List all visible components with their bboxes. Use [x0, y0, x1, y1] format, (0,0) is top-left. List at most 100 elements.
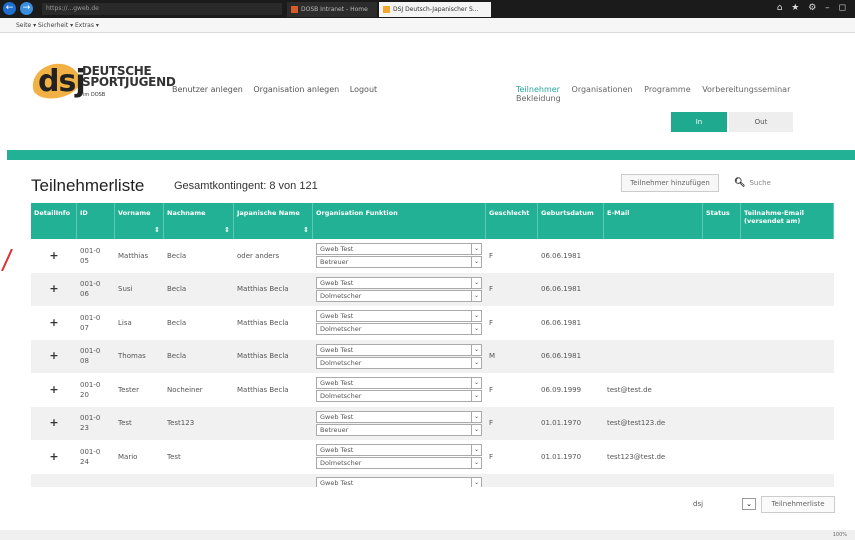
- chevron-down-icon[interactable]: ⌄: [471, 257, 481, 268]
- expand-icon[interactable]: +: [31, 239, 77, 273]
- cell-vorname: Test: [118, 419, 132, 428]
- col-header-label: Japanische Name: [237, 209, 300, 217]
- cell-geburtsdatum: 06.06.1981: [541, 285, 582, 294]
- col-header-japanische-name[interactable]: Japanische Name ⇕: [234, 203, 313, 239]
- funktion-select[interactable]: Betreuer ⌄: [316, 256, 482, 269]
- in-button[interactable]: In: [671, 112, 727, 132]
- org-select-value[interactable]: dsj: [693, 500, 703, 508]
- funktion-select[interactable]: Dolmetscher ⌄: [316, 289, 482, 302]
- expand-icon[interactable]: +: [31, 373, 77, 407]
- cell-geburtsdatum: [538, 474, 604, 488]
- chevron-down-icon[interactable]: ⌄: [742, 498, 756, 510]
- organisation-select[interactable]: Gweb Test ⌄: [316, 444, 482, 457]
- link-organisation-anlegen[interactable]: Organisation anlegen: [253, 85, 339, 94]
- cell-geschlecht: M: [489, 352, 496, 361]
- col-header-nachname[interactable]: Nachname ⇕: [164, 203, 234, 239]
- cell-geburtsdatum: 06.06.1981: [541, 251, 582, 260]
- chevron-down-icon[interactable]: ⌄: [471, 277, 481, 288]
- expand-icon[interactable]: +: [31, 340, 77, 374]
- forward-icon[interactable]: →: [20, 2, 33, 15]
- cell-vorname: Thomas: [118, 352, 146, 361]
- cell-id: 001-008: [80, 347, 101, 366]
- funktion-select[interactable]: Dolmetscher ⌄: [316, 356, 482, 369]
- participant-table: DetailInfo ID Vorname ⇕ Nachname ⇕ Japanische …: [31, 203, 834, 487]
- funktion-select[interactable]: Betreuer ⌄: [316, 423, 482, 436]
- cell-email: test@test123.de: [607, 419, 666, 428]
- cell-email: [604, 340, 703, 374]
- browser-tab-2[interactable]: DSJ Deutsch-Japanischer S...: [379, 2, 491, 17]
- chevron-down-icon[interactable]: ⌄: [471, 244, 481, 255]
- cell-detailinfo: [31, 474, 77, 488]
- chevron-down-icon[interactable]: ⌄: [471, 324, 481, 335]
- cell-teilnahme-email: [741, 306, 834, 340]
- cell-status: [703, 440, 741, 474]
- cell-status: [703, 407, 741, 441]
- expand-icon[interactable]: +: [31, 273, 77, 307]
- organisation-select[interactable]: Gweb Test ⌄: [316, 476, 482, 487]
- cell-vorname: Tester: [118, 385, 139, 394]
- chevron-down-icon[interactable]: ⌄: [471, 458, 481, 469]
- table-row: +001-020 Tester Nocheiner Matthias Becla Gwe…: [31, 373, 834, 407]
- organisation-value: Gweb Test: [320, 446, 354, 455]
- back-icon[interactable]: ←: [3, 2, 16, 15]
- chevron-down-icon[interactable]: ⌄: [471, 344, 481, 355]
- col-header-label: Geschlecht: [489, 209, 530, 217]
- logo-brand: dsj: [38, 64, 86, 99]
- expand-icon[interactable]: +: [31, 440, 77, 474]
- organisation-select[interactable]: Gweb Test ⌄: [316, 410, 482, 423]
- chevron-down-icon[interactable]: ⌄: [471, 311, 481, 322]
- chevron-down-icon[interactable]: ⌄: [471, 391, 481, 402]
- funktion-select[interactable]: Dolmetscher ⌄: [316, 457, 482, 470]
- cell-geburtsdatum: 06.06.1981: [541, 318, 582, 327]
- chevron-down-icon[interactable]: ⌄: [471, 290, 481, 301]
- chevron-down-icon[interactable]: ⌄: [471, 378, 481, 389]
- cell-japanische-name: Matthias Becla: [237, 352, 289, 361]
- cell-teilnahme-email: [741, 273, 834, 307]
- chevron-down-icon[interactable]: ⌄: [471, 477, 481, 487]
- funktion-select[interactable]: Dolmetscher ⌄: [316, 390, 482, 403]
- col-header-email: E-Mail: [604, 203, 703, 239]
- cell-email: [604, 306, 703, 340]
- nav-bekleidung[interactable]: Bekleidung: [516, 94, 561, 103]
- col-header-label: Geburtsdatum: [541, 209, 594, 217]
- link-benutzer-anlegen[interactable]: Benutzer anlegen: [172, 85, 243, 94]
- chevron-down-icon[interactable]: ⌄: [471, 411, 481, 422]
- sort-icon[interactable]: ⇕: [154, 226, 160, 234]
- col-header-vorname[interactable]: Vorname ⇕: [115, 203, 164, 239]
- dsj-logo[interactable]: dsj DEUTSCHE SPORTJUGEND im DOSB: [28, 59, 176, 103]
- organisation-select[interactable]: Gweb Test ⌄: [316, 276, 482, 289]
- funktion-value: Dolmetscher: [320, 325, 362, 334]
- organisation-select[interactable]: Gweb Test ⌄: [316, 310, 482, 323]
- sort-icon[interactable]: ⇕: [303, 226, 309, 234]
- browser-tab-1[interactable]: DOSB Intranet - Home: [287, 2, 377, 17]
- nav-teilnehmer[interactable]: Teilnehmer: [516, 85, 560, 94]
- nav-organisationen[interactable]: Organisationen: [572, 85, 633, 94]
- cell-organisation-funktion: Gweb Test ⌄ Dolmetscher ⌄: [313, 340, 486, 374]
- search-field[interactable]: 🔍︎ Suche: [734, 174, 844, 192]
- expand-icon[interactable]: +: [31, 306, 77, 340]
- organisation-select[interactable]: Gweb Test ⌄: [316, 243, 482, 256]
- organisation-value: Gweb Test: [320, 278, 354, 287]
- nav-vorbereitungsseminar[interactable]: Vorbereitungsseminar: [702, 85, 790, 94]
- favbar-items[interactable]: Seite ▾ Sicherheit ▾ Extras ▾: [16, 22, 99, 29]
- funktion-select[interactable]: Dolmetscher ⌄: [316, 323, 482, 336]
- out-button[interactable]: Out: [729, 112, 793, 132]
- teilnehmerliste-button[interactable]: Teilnehmerliste: [761, 496, 835, 513]
- chevron-down-icon[interactable]: ⌄: [471, 424, 481, 435]
- cell-japanische-name: Matthias Becla: [237, 385, 289, 394]
- cell-geschlecht: F: [489, 318, 494, 327]
- chevron-down-icon[interactable]: ⌄: [471, 445, 481, 456]
- add-participant-button[interactable]: Teilnehmer hinzufügen: [621, 174, 719, 192]
- sort-icon[interactable]: ⇕: [224, 226, 230, 234]
- chevron-down-icon[interactable]: ⌄: [471, 357, 481, 368]
- expand-icon[interactable]: +: [31, 407, 77, 441]
- link-logout[interactable]: Logout: [350, 85, 377, 94]
- organisation-select[interactable]: Gweb Test ⌄: [316, 377, 482, 390]
- zoom-level[interactable]: 100%: [833, 532, 847, 538]
- cell-organisation-funktion: Gweb Test ⌄ Dolmetscher ⌄: [313, 306, 486, 340]
- cell-nachname: Becla: [167, 352, 187, 361]
- organisation-select[interactable]: Gweb Test ⌄: [316, 343, 482, 356]
- browser-controls[interactable]: ⌂ ★ ⚙ – ◻: [777, 3, 849, 13]
- nav-programme[interactable]: Programme: [644, 85, 690, 94]
- address-bar[interactable]: https://...gweb.de: [42, 3, 282, 15]
